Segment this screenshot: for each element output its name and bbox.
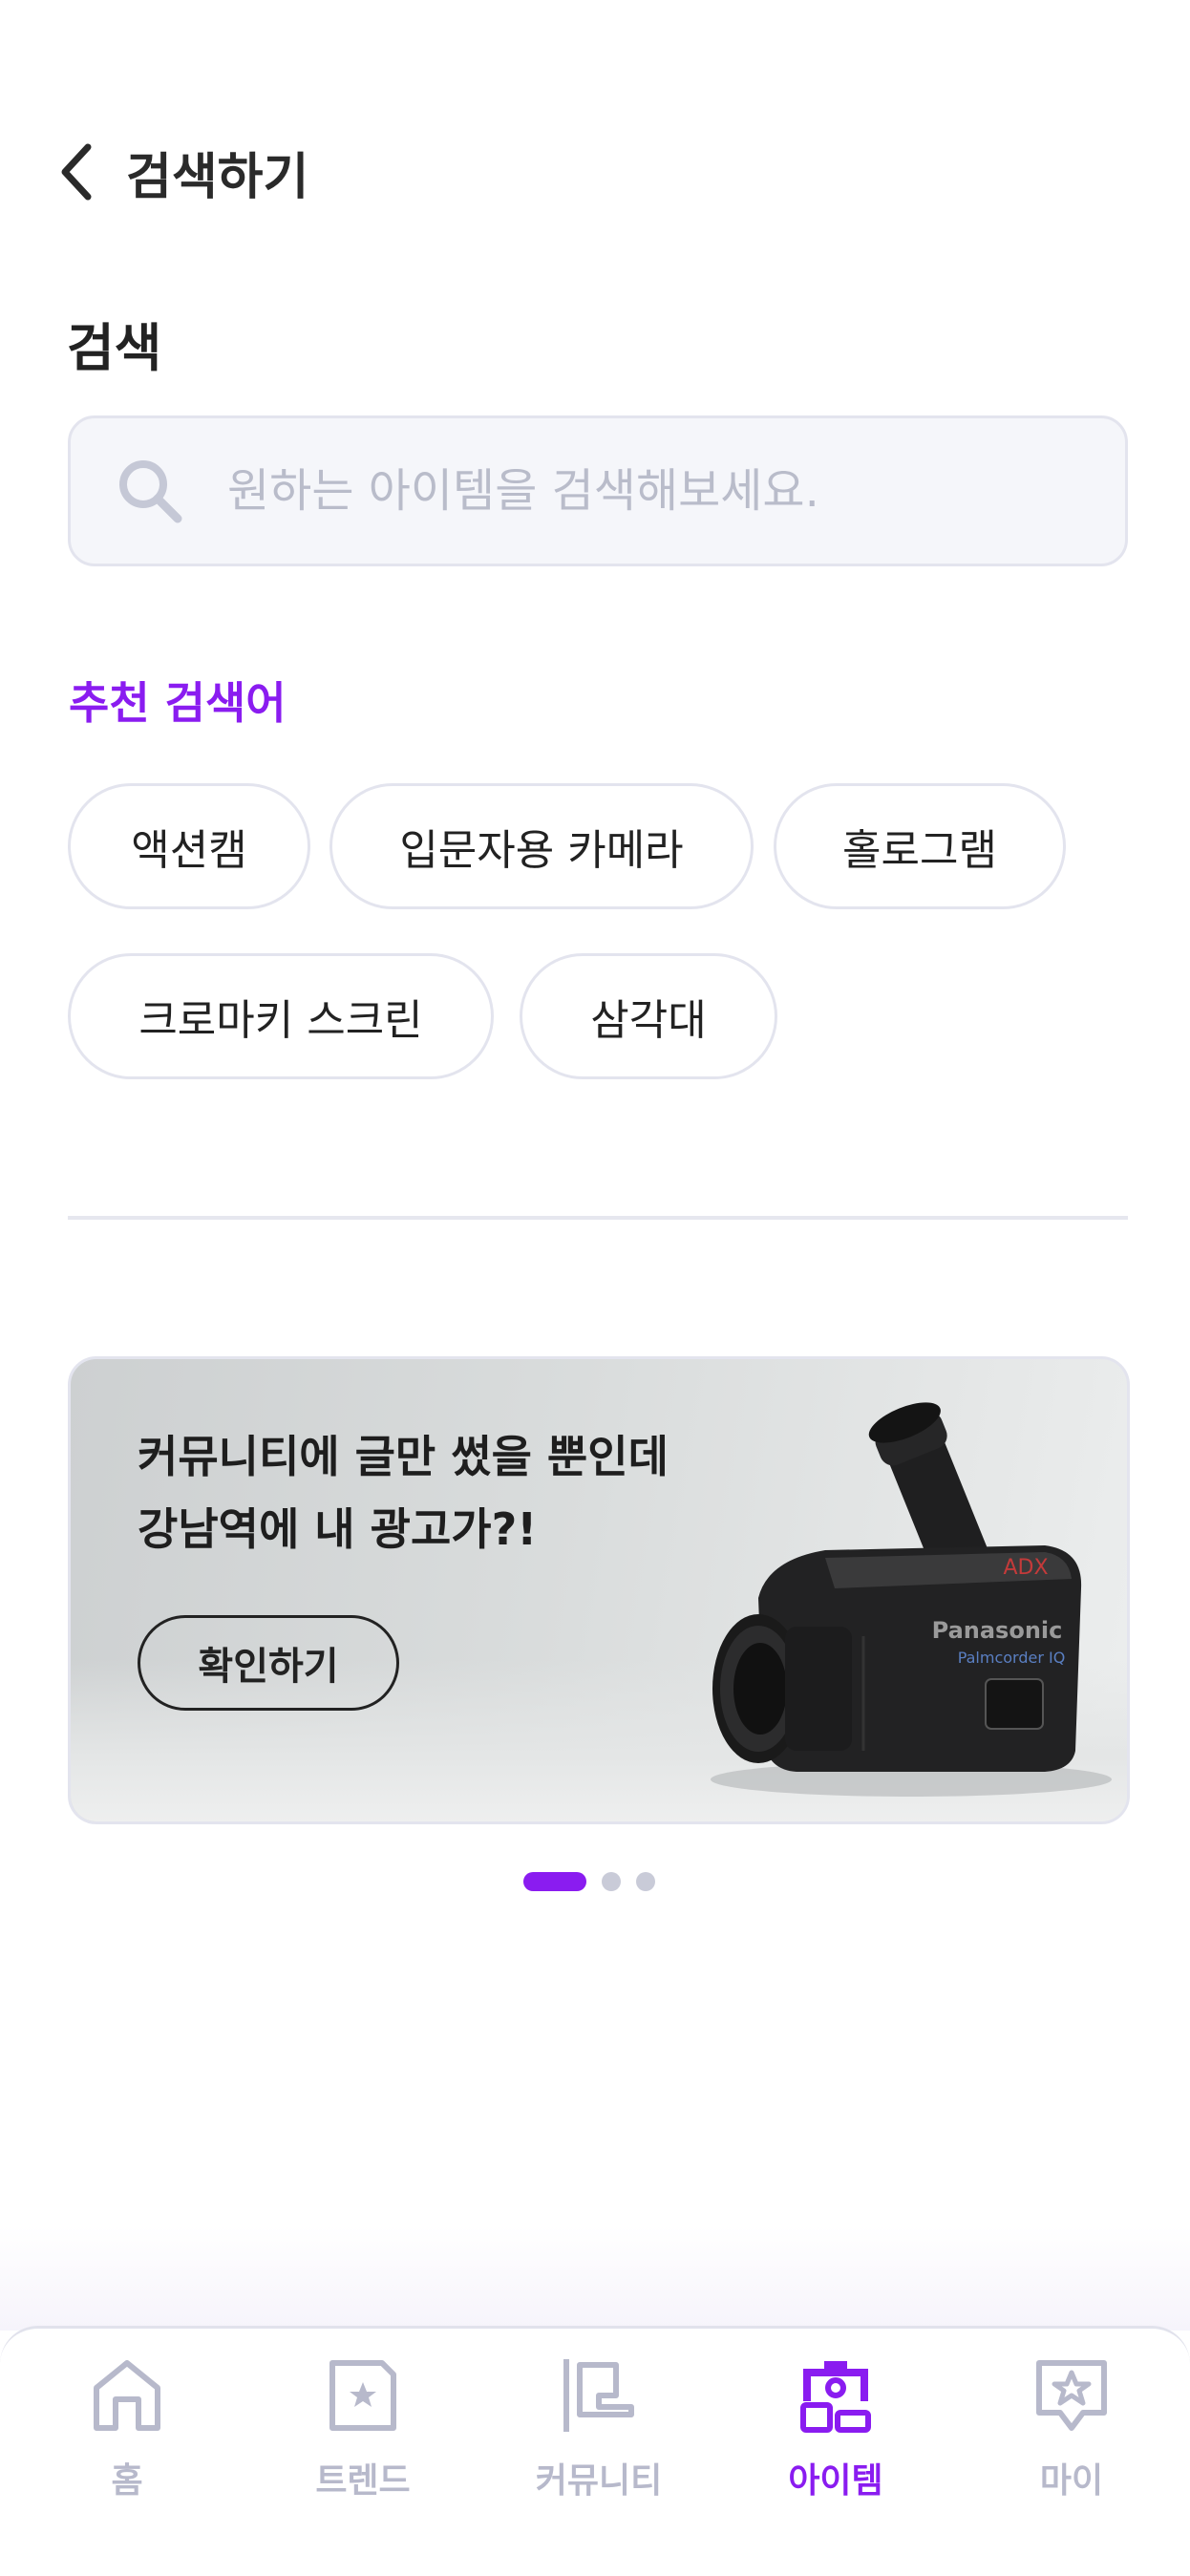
bottom-nav: 홈 트렌드 커뮤니티 아이템 마이 [0, 2326, 1190, 2576]
recommended-keywords-label: 추천 검색어 [69, 677, 287, 729]
promo-banner[interactable]: 커뮤니티에 글만 썼을 뿐인데 강남역에 내 광고가?! 확인하기 ADX Pa… [68, 1356, 1130, 1824]
search-section-label: 검색 [67, 318, 162, 378]
pager-dot[interactable] [602, 1872, 621, 1891]
my-icon [1036, 2360, 1107, 2431]
nav-label-item: 아이템 [788, 2461, 883, 2501]
chevron-left-icon [61, 143, 92, 201]
keyword-chip[interactable]: 입문자용 카메라 [329, 783, 754, 909]
nav-label-my: 마이 [1039, 2461, 1104, 2501]
nav-item-trend[interactable]: 트렌드 [267, 2355, 458, 2502]
svg-text:ADX: ADX [1003, 1556, 1048, 1580]
search-icon [119, 460, 182, 523]
camera-brand-text: Panasonic [932, 1617, 1063, 1644]
page-title: 검색하기 [126, 148, 309, 206]
nav-label-trend: 트렌드 [315, 2461, 411, 2501]
camera-model-text: Palmcorder IQ [958, 1649, 1066, 1667]
keyword-chip[interactable]: 삼각대 [520, 953, 777, 1079]
header: 검색하기 [57, 134, 308, 210]
nav-item-item[interactable]: 아이템 [740, 2355, 931, 2502]
search-box[interactable] [68, 415, 1128, 566]
keyword-chip[interactable]: 홀로그램 [774, 783, 1066, 909]
keyword-chip[interactable]: 크로마키 스크린 [68, 953, 494, 1079]
nav-label-community: 커뮤니티 [535, 2461, 663, 2501]
bottom-fade [0, 2225, 1190, 2331]
community-icon [563, 2359, 634, 2432]
home-icon [94, 2360, 160, 2431]
banner-line-1: 커뮤니티에 글만 썼을 뿐인데 [138, 1431, 669, 1482]
camcorder-image: ADX Panasonic Palmcorder IQ [711, 1402, 1112, 1797]
pager-dot[interactable] [636, 1872, 655, 1891]
nav-item-community[interactable]: 커뮤니티 [503, 2355, 694, 2502]
search-input[interactable] [227, 464, 1068, 518]
back-button[interactable] [57, 134, 115, 210]
banner-line-2: 강남역에 내 광고가?! [138, 1503, 538, 1555]
divider [68, 1216, 1128, 1220]
item-icon [800, 2361, 871, 2433]
pager-dot-active[interactable] [523, 1872, 586, 1891]
trend-icon [329, 2360, 396, 2431]
keyword-chip[interactable]: 액션캠 [68, 783, 310, 909]
banner-headline: 커뮤니티에 글만 썼을 뿐인데 강남역에 내 광고가?! [138, 1420, 669, 1565]
nav-item-home[interactable]: 홈 [32, 2355, 223, 2502]
carousel-pager [523, 1872, 655, 1891]
nav-label-home: 홈 [111, 2461, 143, 2501]
confirm-button[interactable]: 확인하기 [138, 1615, 399, 1711]
nav-item-my[interactable]: 마이 [976, 2355, 1167, 2502]
